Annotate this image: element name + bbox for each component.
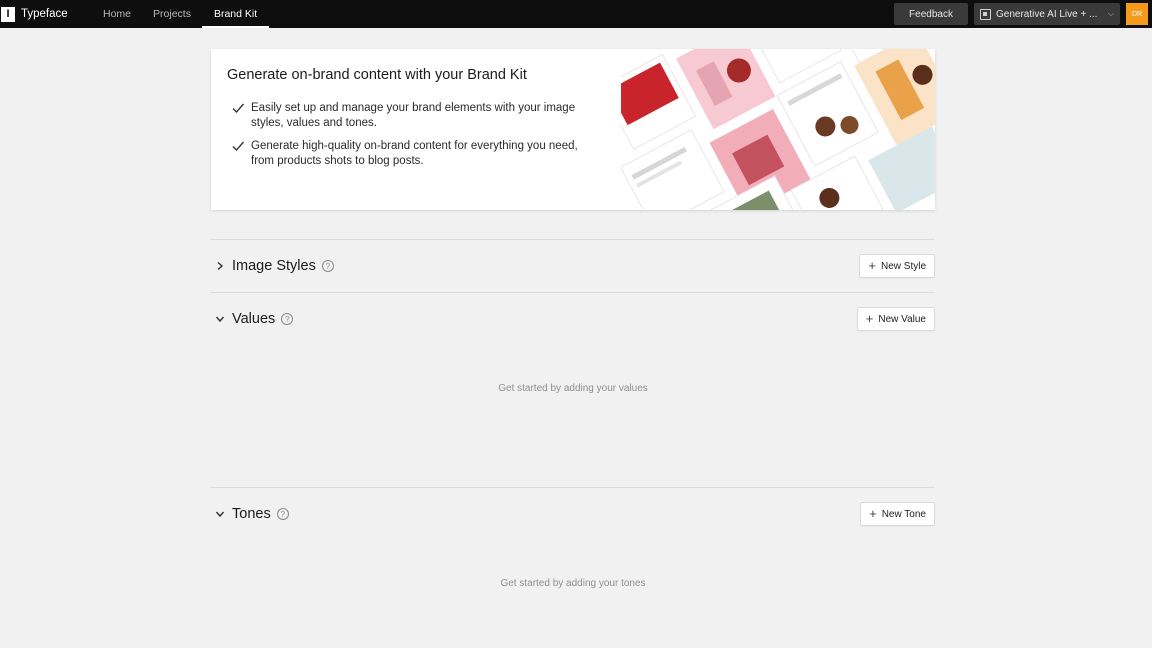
plus-icon: + — [865, 311, 874, 326]
plus-icon: + — [869, 506, 877, 521]
help-icon[interactable]: ? — [276, 508, 289, 520]
help-icon[interactable]: ? — [281, 313, 294, 325]
section-title: Image Styles — [232, 258, 316, 274]
project-icon — [980, 8, 991, 20]
help-icon[interactable]: ? — [321, 260, 334, 272]
banner-bullet-text: Generate high-quality on-brand content f… — [251, 140, 578, 167]
plus-icon: + — [868, 258, 876, 273]
new-style-button[interactable]: + New Style — [859, 254, 935, 278]
section-header-tones[interactable]: Tones ? + New Tone — [211, 501, 935, 527]
app-name: Typeface — [21, 8, 68, 20]
section-title: Tones — [232, 506, 271, 522]
button-label: New Tone — [881, 508, 926, 520]
nav-home[interactable]: Home — [92, 0, 142, 28]
chevron-right-icon[interactable] — [212, 261, 228, 271]
new-value-button[interactable]: + New Value — [856, 307, 935, 331]
top-bar: I Typeface Home Projects Brand Kit Feedb… — [0, 0, 1152, 28]
project-name: Generative AI Live + ... — [996, 8, 1098, 20]
checkmark-icon — [232, 141, 245, 152]
new-tone-button[interactable]: + New Tone — [860, 502, 935, 526]
tones-empty-state: Get started by adding your tones — [500, 578, 646, 589]
section-header-image-styles[interactable]: Image Styles ? + New Style — [211, 253, 935, 279]
chevron-down-icon[interactable] — [212, 314, 228, 324]
main-nav: Home Projects Brand Kit — [92, 0, 270, 28]
checkmark-icon — [232, 103, 245, 114]
chevron-down-icon: ⌵ — [1107, 9, 1114, 18]
project-selector[interactable]: Generative AI Live + ... ⌵ — [974, 3, 1120, 25]
logo-icon: I — [1, 6, 15, 22]
avatar[interactable]: DR — [1126, 3, 1148, 25]
section-divider — [211, 487, 935, 488]
banner-bullet: Generate high-quality on-brand content f… — [229, 139, 601, 169]
section-header-values[interactable]: Values ? + New Value — [211, 306, 935, 332]
brand-content-collage-image — [621, 49, 935, 210]
button-label: New Value — [878, 313, 926, 325]
values-empty-state: Get started by adding your values — [498, 383, 648, 394]
feedback-button[interactable]: Feedback — [894, 3, 968, 25]
button-label: New Style — [880, 260, 926, 272]
section-title: Values — [232, 311, 276, 327]
header-actions: Feedback Generative AI Live + ... ⌵ DR — [894, 0, 1152, 28]
section-divider — [211, 239, 935, 240]
banner-bullet: Easily set up and manage your brand elem… — [229, 101, 601, 131]
app-logo[interactable]: I Typeface — [0, 0, 92, 28]
nav-projects[interactable]: Projects — [142, 0, 202, 28]
banner-bullet-text: Easily set up and manage your brand elem… — [251, 102, 576, 129]
brand-kit-promo-banner: Generate on-brand content with your Bran… — [211, 49, 935, 210]
section-divider — [211, 292, 935, 293]
chevron-down-icon[interactable] — [212, 509, 228, 519]
nav-brand-kit[interactable]: Brand Kit — [201, 0, 270, 28]
banner-title: Generate on-brand content with your Bran… — [227, 67, 527, 83]
